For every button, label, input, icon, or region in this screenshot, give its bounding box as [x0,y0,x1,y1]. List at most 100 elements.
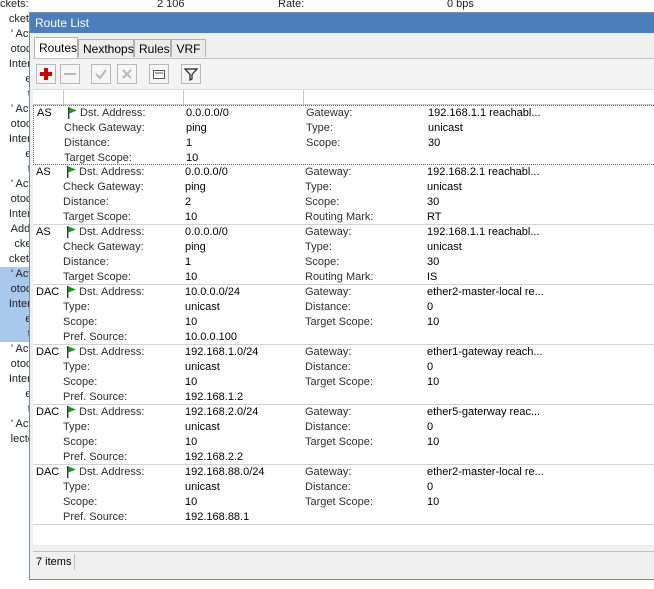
enable-button[interactable] [91,64,111,84]
background-list-row: otocol [0,117,30,132]
background-row-label: ' Actio [10,268,30,280]
comment-button[interactable] [149,64,169,84]
column-separator[interactable] [63,90,64,104]
field-value: ping [185,241,206,253]
background-row-label: ' Actio [10,343,30,355]
field-value: unicast [185,301,220,313]
field-label: Check Gateway: [64,122,145,134]
field-label: Type: [305,241,332,253]
background-row-label: cket R [8,253,30,265]
field-label: Type: [306,122,333,134]
field-label: Distance: [64,137,110,149]
field-label: Dst. Address: [79,226,145,238]
field-value: 0.0.0.0/0 [185,226,228,238]
field-label: Target Scope: [64,152,132,164]
background-list-row: otocol [0,357,30,372]
field-label: Type: [63,361,90,373]
route-list-window: Route List Routes Nexthops Rules VRF AS … [29,12,654,580]
field-value: 10 [427,376,440,388]
background-row-label: otocol [10,193,30,205]
table-row[interactable]: DAC Dst. Address: 10.0.0.0/24 Gateway: ether… [33,285,654,345]
route-flags: DAC [36,406,60,418]
field-label: Gateway: [306,107,353,119]
tab-rules[interactable]: Rules [134,39,171,57]
field-label: Pref. Source: [63,331,128,343]
field-value: 30 [428,137,441,149]
tab-vrf[interactable]: VRF [171,39,206,57]
remove-icon [64,73,76,75]
bg-rate-label: Rate: [278,0,305,10]
background-row-label: Interfa [8,133,31,145]
field-value: 192.168.1.0/24 [185,346,259,358]
add-button[interactable] [36,64,56,84]
flag-icon [68,107,77,119]
field-label: Distance: [63,256,109,268]
field-label: Target Scope: [305,436,373,448]
field-label: Dst. Address: [80,107,146,119]
route-flags: AS [36,226,51,238]
flag-icon [67,406,76,418]
field-value: 30 [427,196,440,208]
field-label: Gateway: [305,286,352,298]
item-count: 7 items [33,554,76,570]
field-value: ether2-master-local re... [427,466,544,478]
column-separator[interactable] [183,90,184,104]
field-label: Distance: [305,361,351,373]
background-row-label: otocol [10,358,30,370]
background-list-row: te: [0,402,30,417]
bg-packets-value: 2 106 [157,0,185,10]
field-value: 192.168.1.1 reachabl... [427,226,540,238]
field-value: ether2-master-local re... [427,286,544,298]
remove-button[interactable] [60,64,80,84]
field-label: Dst. Address: [79,346,145,358]
background-list-row: lected [0,432,30,447]
field-label: Gateway: [305,226,352,238]
field-value: 10 [186,152,199,164]
field-label: Pref. Source: [63,511,128,523]
field-label: Gateway: [305,466,352,478]
background-list-row: ' Actio [0,342,30,357]
field-value: 0.0.0.0/0 [185,166,228,178]
filter-button[interactable] [181,64,201,84]
tab-label: VRF [176,42,201,56]
background-list-row: cket R [0,12,30,27]
background-row-label: ' Actio [10,418,30,430]
background-list-row: te: [0,327,30,342]
field-label: Dst. Address: [79,466,145,478]
field-value: 0.0.0.0/0 [186,107,229,119]
field-value: 192.168.2.0/24 [185,406,259,418]
title-bar[interactable]: Route List [30,13,654,33]
background-list-row: es: [0,387,30,402]
background-row-label: Interfa [8,58,31,70]
field-label: Check Gateway: [63,181,144,193]
background-list-row: Addre [0,222,31,237]
field-value: RT [427,211,442,223]
table-row[interactable]: DAC Dst. Address: 192.168.2.0/24 Gateway: et… [33,405,654,465]
disable-button[interactable] [117,64,137,84]
table-row[interactable]: AS Dst. Address: 0.0.0.0/0 Gateway: 192.168.… [33,105,654,165]
filter-icon [184,68,198,81]
table-row[interactable]: DAC Dst. Address: 192.168.88.0/24 Gateway: e… [33,465,654,525]
table-row[interactable]: AS Dst. Address: 0.0.0.0/0 Gateway: 192.168.… [33,225,654,285]
tab-routes[interactable]: Routes [34,37,78,58]
table-row[interactable]: AS Dst. Address: 0.0.0.0/0 Gateway: 192.168.… [33,165,654,225]
field-value: unicast [427,181,462,193]
add-icon [40,68,52,80]
field-value: 10 [185,271,198,283]
route-list: AS Dst. Address: 0.0.0.0/0 Gateway: 192.168.… [33,105,654,545]
background-list-row: es: [0,72,30,87]
flag-icon [67,346,76,358]
field-value: 192.168.2.1 reachabl... [427,166,540,178]
field-label: Dst. Address: [79,406,145,418]
tab-nexthops[interactable]: Nexthops [78,39,134,57]
table-row[interactable]: DAC Dst. Address: 192.168.1.0/24 Gateway: et… [33,345,654,405]
column-separator[interactable] [303,90,304,104]
route-flags: AS [36,166,51,178]
field-value: 10.0.0.0/24 [185,286,241,298]
background-list-row: Interfa [0,372,30,387]
field-label: Distance: [305,421,351,433]
field-value: 10 [185,316,198,328]
background-row-label: Addre [10,223,31,235]
background-row-label: otocol [10,43,30,55]
field-value: IS [427,271,438,283]
